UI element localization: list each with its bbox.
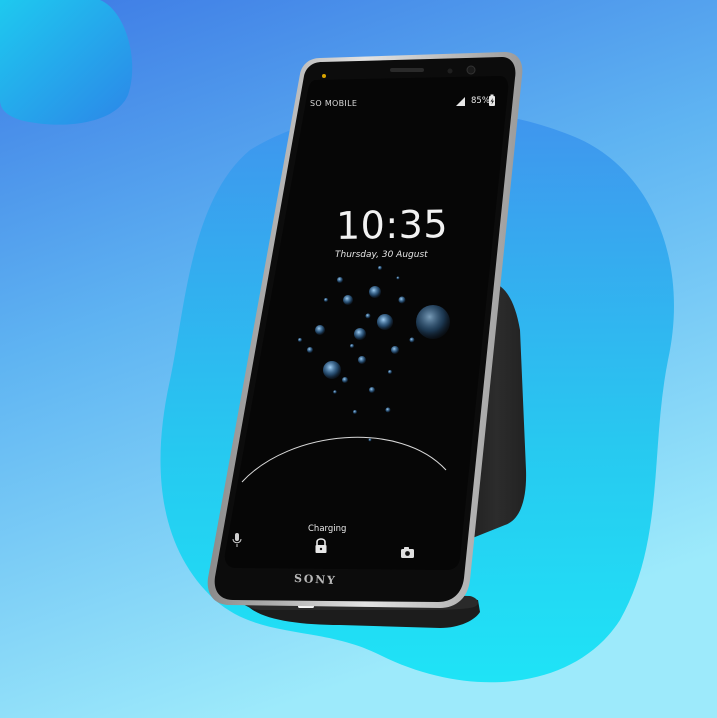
product-scene (0, 0, 717, 718)
lock-screen-clock: 10:35 (336, 202, 449, 248)
earpiece (390, 68, 424, 72)
corner-blob (0, 0, 133, 125)
charging-status: Charging (308, 524, 347, 534)
carrier-name: SO MOBILE (310, 99, 358, 108)
brand-logo: SONY (293, 571, 337, 588)
lock-screen-date: Thursday, 30 August (335, 250, 428, 260)
front-camera (466, 65, 476, 75)
proximity-sensor (447, 68, 453, 74)
battery-percentage: 85% (471, 96, 490, 106)
front-led (322, 74, 326, 78)
